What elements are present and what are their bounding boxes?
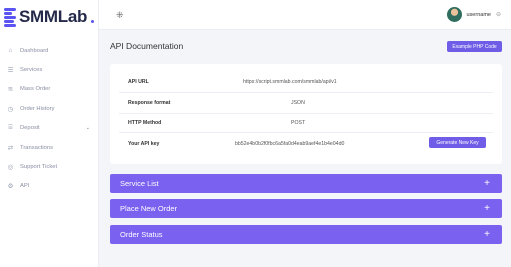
api-key-value[interactable]: bb52e4b0b2f0fbc6a5fa0d4eab9aef4e1b4e04d0	[235, 141, 344, 147]
user-menu-caret-icon[interactable]: ⊖	[496, 11, 501, 18]
sidebar-item-transactions[interactable]: ⇄ Transactions	[0, 138, 99, 157]
sidebar-item-label: Order History	[20, 105, 55, 112]
accordion-title: Place New Order	[120, 204, 178, 213]
top-bar: ⁜ username ⊖	[99, 0, 511, 30]
sidebar-item-api[interactable]: ⚙ API	[0, 177, 99, 196]
http-method-label: HTTP Method	[128, 120, 162, 126]
plus-icon[interactable]: +	[484, 178, 490, 189]
plus-icon[interactable]: +	[484, 229, 490, 240]
sidebar-item-mass-order[interactable]: ≋ Mass Order	[0, 80, 99, 99]
logo-mark-icon	[4, 7, 18, 27]
response-format-value: JSON	[291, 100, 305, 106]
menu-toggle-icon[interactable]: ⁜	[116, 10, 124, 21]
clock-icon: ◷	[7, 105, 14, 113]
sidebar-item-support-ticket[interactable]: ◎ Support Ticket	[0, 157, 99, 176]
accordion-title: Order Status	[120, 230, 163, 239]
sidebar-item-deposit[interactable]: ⌸ Deposit ⌄	[0, 119, 99, 138]
sidebar-item-label: Deposit	[20, 125, 40, 132]
divider	[119, 92, 493, 93]
code-icon: ⚙	[7, 183, 14, 191]
sidebar-item-label: Dashboard	[20, 47, 49, 54]
api-info-card: API URL https://script.smmlab.com/smmlab…	[110, 64, 502, 164]
plus-icon[interactable]: +	[484, 203, 490, 214]
divider	[119, 113, 493, 114]
sidebar-item-services[interactable]: ☰ Services	[0, 60, 99, 79]
sidebar-item-label: Transactions	[20, 144, 53, 151]
accordion-service-list[interactable]: Service List +	[110, 174, 502, 193]
api-key-label: Your API key	[128, 141, 160, 147]
list-icon: ☰	[7, 67, 14, 75]
sidebar-item-label: API	[20, 183, 30, 190]
sidebar-item-label: Mass Order	[20, 86, 51, 93]
layers-icon: ≋	[7, 86, 14, 94]
sidebar-item-label: Support Ticket	[20, 164, 58, 171]
sidebar: SMMLab ⌂ Dashboard ☰ Services ≋ Mass Ord…	[0, 0, 99, 267]
http-method-value: POST	[291, 120, 306, 126]
sidebar-item-order-history[interactable]: ◷ Order History	[0, 99, 99, 118]
accordion-place-new-order[interactable]: Place New Order +	[110, 199, 502, 218]
avatar[interactable]	[446, 7, 462, 22]
sidebar-item-dashboard[interactable]: ⌂ Dashboard	[0, 41, 99, 60]
exchange-icon: ⇄	[7, 144, 14, 152]
username-label: username	[466, 11, 491, 18]
bank-icon: ⌸	[8, 124, 13, 132]
example-php-code-button[interactable]: Example PHP Code	[447, 41, 502, 52]
generate-new-key-button[interactable]: Generate New Key	[429, 137, 486, 148]
accordion-title: Service List	[120, 179, 159, 188]
user-menu[interactable]: username ⊖	[446, 7, 501, 22]
accordion-order-status[interactable]: Order Status +	[110, 225, 502, 244]
api-url-label: API URL	[128, 79, 149, 85]
brand-logo[interactable]: SMMLab	[4, 5, 95, 29]
home-icon: ⌂	[8, 47, 13, 55]
chevron-down-icon: ⌄	[85, 125, 90, 132]
brand-name: SMMLab	[19, 7, 88, 26]
support-icon: ◎	[7, 164, 14, 172]
brand-dot	[91, 19, 95, 23]
sidebar-item-label: Services	[20, 67, 43, 74]
divider	[119, 132, 493, 133]
api-url-value: https://script.smmlab.com/smmlab/api/v1	[243, 79, 337, 85]
page-title: API Documentation	[110, 41, 184, 51]
sidebar-nav: ⌂ Dashboard ☰ Services ≋ Mass Order ◷ Or…	[0, 41, 99, 196]
response-format-label: Response format	[128, 100, 171, 106]
